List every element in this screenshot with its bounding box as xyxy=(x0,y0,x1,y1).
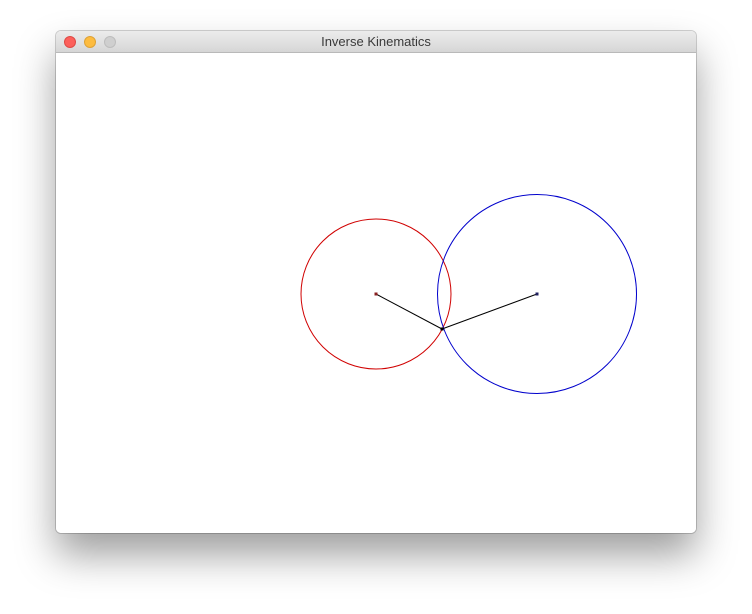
title-bar[interactable]: Inverse Kinematics xyxy=(56,31,696,53)
kinematics-drawing xyxy=(300,194,637,394)
arm-segment-right xyxy=(441,293,538,330)
arm-segment-left xyxy=(375,293,443,330)
left-anchor-point[interactable] xyxy=(374,292,378,296)
joint-point[interactable] xyxy=(440,327,444,331)
drawing-canvas[interactable] xyxy=(56,53,696,533)
app-window: Inverse Kinematics xyxy=(56,31,696,533)
window-title: Inverse Kinematics xyxy=(321,34,431,49)
right-anchor-point[interactable] xyxy=(535,292,539,296)
